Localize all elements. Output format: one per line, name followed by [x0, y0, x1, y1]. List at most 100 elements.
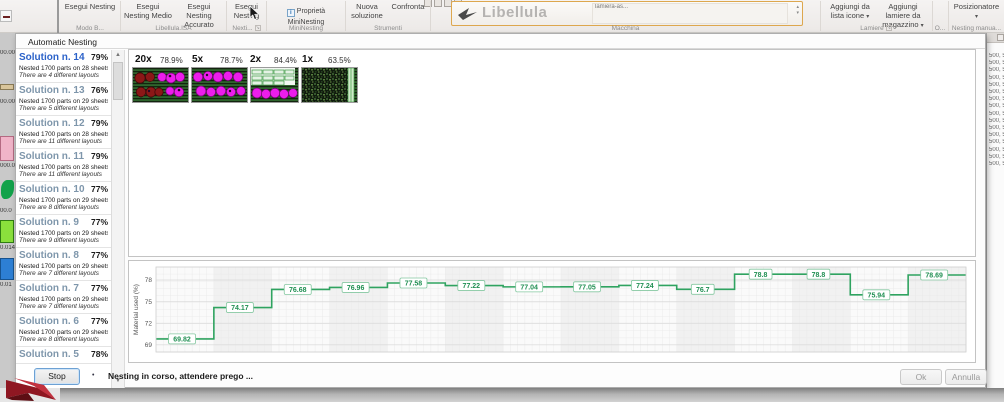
annulla-button[interactable]: Annulla [945, 369, 987, 385]
background-right-panel: 500, 5500, 5500, 5500, 5500, 5500, 5500,… [986, 33, 1004, 402]
solutions-scrollbar[interactable]: ▲ ▼ [111, 50, 125, 388]
solution-percent: 78% [91, 349, 108, 359]
left-value: 0.01 [0, 282, 15, 288]
dialog-launcher-icon[interactable]: ↘ [886, 25, 892, 31]
right-list-row: 500, 5 [987, 82, 1004, 89]
left-value: 00.0 [0, 208, 15, 214]
confronta-button[interactable]: Confronta [388, 2, 428, 11]
automatic-nesting-dialog: Automatic Nesting Solution n. 14 79% Nest… [15, 33, 986, 388]
solution-item[interactable]: Solution n. 5 78% [16, 347, 111, 364]
ribbon-group-lamiere: Aggiungi da lista icone ▾ Aggiungi lamie… [822, 0, 930, 33]
group-label-nesting-manuale: Nesting manua... [949, 25, 1004, 32]
ribbon: Esegui Nesting Modo B... Esegui Nesting … [0, 0, 1004, 33]
left-value: 00.00 [0, 99, 15, 105]
svg-text:75: 75 [145, 299, 153, 306]
solution-item[interactable]: Solution n. 677% Nested 1700 parts on 29… [16, 314, 111, 347]
solution-item[interactable]: Solution n. 13 76% Nested 1700 parts on 2… [16, 83, 111, 116]
solution-layouts: There are 11 different layouts [19, 138, 108, 145]
solution-name: Solution n. 13 [19, 85, 85, 96]
preview-zoom-label: 20x [135, 54, 152, 65]
preview-zoom-label: 2x [250, 54, 261, 65]
scrollbar-thumb[interactable] [113, 62, 123, 100]
chevron-down-icon: ▾ [975, 14, 978, 20]
solution-name: Solution n. 5 [19, 349, 79, 360]
solution-detail: Nested 1700 parts on 28 sheets [19, 131, 108, 138]
solution-percent: 77% [91, 250, 108, 260]
group-label-strumenti: Strumenti [346, 25, 430, 32]
ribbon-group-nesting-manuale: Posizionatore▾ Nesting manua... [949, 0, 1004, 33]
solution-item[interactable]: Solution n. 1479% Nested 1700 parts on 2… [16, 50, 111, 83]
solution-detail: Nested 1700 parts on 29 sheets [19, 296, 108, 303]
dialog-title: Automatic Nesting [16, 34, 985, 49]
aggiungi-da-lista-icone-button[interactable]: Aggiungi da lista icone ▾ [824, 2, 876, 22]
right-list-row: 500, 5 [987, 125, 1004, 132]
nesting-layout-thumbnail[interactable] [302, 68, 357, 102]
app-screen: Esegui Nesting Modo B... Esegui Nesting … [0, 0, 1004, 402]
solution-item[interactable]: Solution n. 777% Nested 1700 parts on 29… [16, 281, 111, 314]
nuova-soluzione-button[interactable]: Nuova soluzione [348, 2, 386, 20]
left-value: 000.0 [0, 163, 15, 169]
svg-text:77.24: 77.24 [636, 283, 654, 290]
material-swatch-pink [0, 136, 14, 161]
solution-item[interactable]: Solution n. 877% Nested 1700 parts on 29… [16, 248, 111, 281]
machine-spinner[interactable]: ▴▾ [796, 4, 799, 16]
right-list-row: 500, 5 [987, 154, 1004, 161]
solution-layouts: There are 5 different layouts [19, 105, 108, 112]
material-used-chart: 6972757869.8274.1776.6876.9677.5877.2277… [130, 262, 974, 361]
status-row: Stop • Nesting in corso, attendere prego… [16, 365, 985, 389]
material-swatch-blue [0, 258, 14, 280]
nesting-layout-thumbnail[interactable] [192, 68, 247, 102]
desktop-bottom-strip [0, 388, 1004, 402]
solution-item[interactable]: Solution n. 1077% Nested 1700 parts on 2… [16, 182, 111, 215]
solution-layouts: There are 4 different layouts [19, 72, 108, 79]
solution-layouts: There are 7 different layouts [19, 303, 108, 310]
esegui-nesting-medio-button[interactable]: Esegui Nesting Medio [123, 2, 173, 20]
proprieta-mininesting-button[interactable]: iProprietà MiniNesting [268, 6, 344, 27]
svg-text:76.96: 76.96 [347, 285, 365, 292]
preview-zoom-label: 1x [302, 54, 313, 65]
right-panel-header [987, 33, 1004, 43]
ribbon-group-mininesting: iProprietà MiniNesting MiniNesting [267, 0, 345, 33]
left-value: 00.00 [0, 50, 15, 56]
libellula-red-arrow-logo [4, 376, 58, 402]
solution-name: Solution n. 14 [19, 52, 85, 63]
solution-percent: 79% [91, 118, 108, 128]
solution-item[interactable]: Solution n. 12 79% Nested 1700 parts on 2… [16, 116, 111, 149]
right-list-row: 500, 5 [987, 89, 1004, 96]
solution-name: Solution n. 10 [19, 184, 85, 195]
nesting-layout-thumbnail[interactable] [133, 68, 188, 102]
solution-detail: Nested 1700 parts on 29 sheets [19, 230, 108, 237]
libellula-logo-icon [457, 6, 479, 22]
svg-text:77.58: 77.58 [405, 281, 423, 288]
machine-selector-box[interactable]: Libellula lamiera-as... ▴▾ [451, 1, 803, 26]
solution-name: Solution n. 12 [19, 118, 85, 129]
preview-percent: 84.4% [274, 56, 297, 65]
solution-percent: 76% [91, 85, 108, 95]
panel-edge-divider [57, 0, 59, 33]
right-list-row: 500, 5 [987, 111, 1004, 118]
preview-zoom-label: 5x [192, 54, 203, 65]
solution-detail: Nested 1700 parts on 29 sheets [19, 98, 108, 105]
solution-layouts: There are 7 different layouts [19, 270, 108, 277]
preview-percent: 63.5% [328, 56, 351, 65]
ok-button[interactable]: Ok [900, 369, 942, 385]
material-swatch-green [0, 220, 14, 243]
group-label-macchina: Macchina [431, 25, 820, 32]
right-list-row: 500, 5 [987, 60, 1004, 67]
solution-detail: Nested 1700 parts on 29 sheets [19, 197, 108, 204]
solution-name: Solution n. 9 [19, 217, 79, 228]
solution-item[interactable]: Solution n. 1179% Nested 1700 parts on 2… [16, 149, 111, 182]
solution-item[interactable]: Solution n. 977% Nested 1700 parts on 29… [16, 215, 111, 248]
scroll-up-icon[interactable]: ▲ [112, 52, 124, 58]
posizionatore-button[interactable]: Posizionatore▾ [950, 2, 1003, 22]
solutions-list: Solution n. 14 79% Nested 1700 parts on 2… [16, 50, 111, 388]
esegui-nesting-button[interactable]: Esegui Nesting [64, 2, 116, 11]
layout-preview-panel: 20x 78.9% 5x 78.7% 2x 84.4% 1x 63.5% [128, 49, 976, 257]
group-label-lamiere: Lamiere↘ [822, 25, 930, 32]
svg-text:77.22: 77.22 [463, 283, 481, 290]
scroll-button-icon[interactable] [997, 34, 1004, 41]
svg-text:76.68: 76.68 [289, 287, 307, 294]
group-label-nexti: Nexti...↘ [227, 25, 266, 32]
nesting-layout-thumbnail[interactable] [251, 68, 298, 102]
machine-combo[interactable]: lamiera-as... [592, 3, 788, 24]
